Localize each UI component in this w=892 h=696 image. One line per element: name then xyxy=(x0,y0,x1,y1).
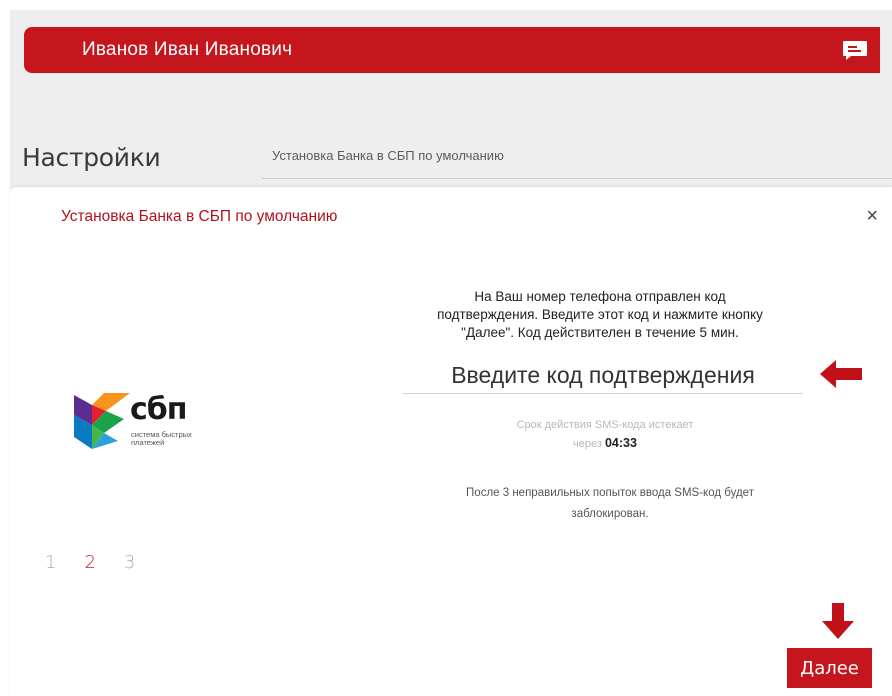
step-indicator: 1 2 3 xyxy=(45,552,135,573)
info-line-2: подтверждения. Введите этот код и нажмит… xyxy=(437,307,763,322)
breadcrumb-divider xyxy=(262,178,892,179)
timer-prefix: через xyxy=(573,438,602,450)
warning-line-2: заблокирован. xyxy=(571,508,649,520)
timer-value: 04:33 xyxy=(604,436,637,450)
arrow-down-icon xyxy=(822,603,854,639)
warning-line-1: После 3 неправильных попыток ввода SMS-к… xyxy=(466,487,754,499)
step-1[interactable]: 1 xyxy=(45,552,56,573)
sbp-tagline-line2: платежей xyxy=(131,438,165,447)
sbp-logo: сбп система быстрых платежей xyxy=(74,385,234,455)
timer-label: Срок действия SMS-кода истекает xyxy=(516,419,694,431)
step-2[interactable]: 2 xyxy=(84,552,95,573)
sms-info-text: На Ваш номер телефона отправлен код подт… xyxy=(380,288,820,342)
sbp-setup-dialog: Установка Банка в СБП по умолчанию × сбп… xyxy=(10,187,892,696)
user-header: Иванов Иван Иванович xyxy=(24,27,880,73)
user-name: Иванов Иван Иванович xyxy=(82,39,293,60)
sbp-logo-tagline: система быстрых платежей xyxy=(131,431,231,447)
breadcrumb[interactable]: Установка Банка в СБП по умолчанию xyxy=(272,148,504,163)
confirmation-code-input[interactable] xyxy=(403,358,803,394)
sbp-logo-name: сбп xyxy=(130,392,187,427)
next-button[interactable]: Далее xyxy=(787,648,872,688)
dialog-title: Установка Банка в СБП по умолчанию xyxy=(61,208,338,225)
sms-timer: Срок действия SMS-кода истекает через 04… xyxy=(480,416,730,453)
sbp-logo-mark-icon xyxy=(74,393,130,449)
page-title: Настройки xyxy=(22,143,161,172)
arrow-left-icon xyxy=(820,360,862,388)
close-icon[interactable]: × xyxy=(866,206,878,226)
step-3[interactable]: 3 xyxy=(124,552,135,573)
info-line-1: На Ваш номер телефона отправлен код xyxy=(474,289,726,304)
attempts-warning: После 3 неправильных попыток ввода SMS-к… xyxy=(450,483,770,525)
info-line-3: "Далее". Код действителен в течение 5 ми… xyxy=(461,325,739,340)
chat-icon[interactable] xyxy=(842,40,868,61)
